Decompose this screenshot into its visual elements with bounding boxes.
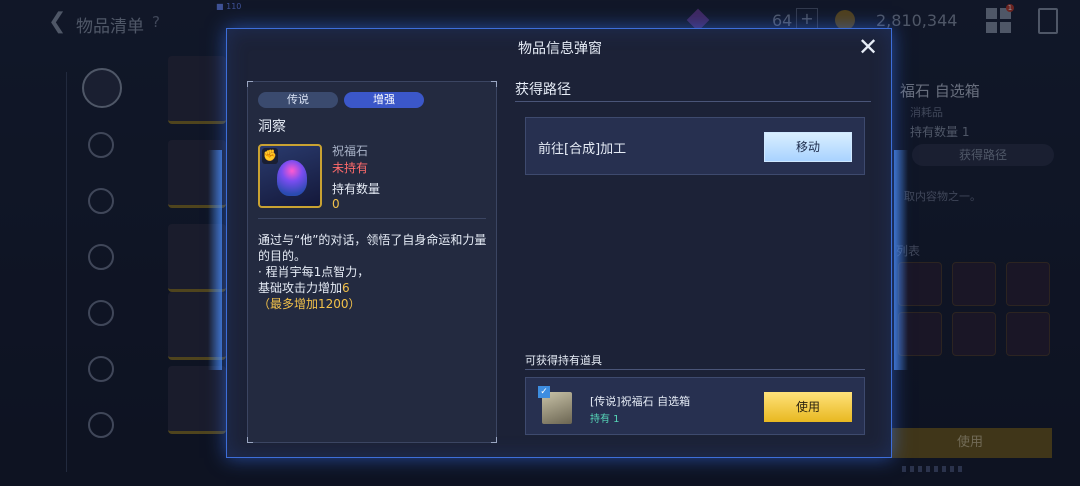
item-icon: ✊ bbox=[258, 144, 322, 208]
ownership-status: 未持有 bbox=[332, 161, 369, 175]
desc-text: 基础攻击力增加 bbox=[258, 281, 343, 295]
source-row: 前往[合成]加工 移动 bbox=[525, 117, 865, 175]
corner-decor bbox=[247, 81, 253, 87]
mind-head-icon bbox=[277, 160, 307, 196]
rarity-tag: 传说 bbox=[258, 92, 338, 108]
obtainable-item-own: 持有 1 bbox=[590, 414, 620, 425]
source-label: 前往[合成]加工 bbox=[538, 142, 627, 157]
item-description: 通过与“他”的对话，领悟了自身命运和力量的目的。 · 程肖宇每1点智力， 基础攻… bbox=[258, 232, 490, 312]
modal-title: 物品信息弹窗 bbox=[518, 41, 602, 57]
divider bbox=[258, 218, 486, 219]
modal-glow-right bbox=[894, 150, 908, 370]
corner-decor bbox=[491, 437, 497, 443]
obtainable-row: ✓ [传说]祝福石 自选箱 持有 1 使用 bbox=[525, 377, 865, 435]
own-count-label: 持有数量 bbox=[332, 182, 381, 196]
sources-title: 获得路径 bbox=[515, 82, 571, 98]
obtainable-divider bbox=[525, 369, 865, 370]
modal-glow-left bbox=[208, 150, 222, 370]
move-button[interactable]: 移动 bbox=[764, 132, 852, 162]
close-icon[interactable]: ✕ bbox=[855, 35, 881, 61]
sources-divider bbox=[515, 101, 871, 102]
fist-icon: ✊ bbox=[262, 148, 278, 164]
own-count-value: 0 bbox=[332, 197, 340, 211]
item-info-modal: 物品信息弹窗 ✕ 传说 增强 洞察 ✊ 祝福石 未持有 持有数量 0 通过与“他… bbox=[226, 28, 892, 458]
type-tag: 增强 bbox=[344, 92, 424, 108]
desc-line: 基础攻击力增加6 bbox=[258, 280, 490, 296]
desc-line: 通过与“他”的对话，领悟了自身命运和力量的目的。 bbox=[258, 233, 487, 263]
item-info-panel: 传说 增强 洞察 ✊ 祝福石 未持有 持有数量 0 通过与“他”的对话，领悟了自… bbox=[247, 81, 497, 443]
desc-highlight: 6 bbox=[342, 281, 350, 295]
obtainable-item-name: [传说]祝福石 自选箱 bbox=[590, 395, 691, 408]
use-button[interactable]: 使用 bbox=[764, 392, 852, 422]
item-name: 洞察 bbox=[258, 119, 286, 135]
desc-line: （最多增加1200） bbox=[258, 297, 361, 311]
item-category: 祝福石 bbox=[332, 144, 369, 158]
desc-line: · 程肖宇每1点智力， bbox=[258, 265, 370, 279]
check-icon: ✓ bbox=[538, 386, 550, 398]
corner-decor bbox=[491, 81, 497, 87]
corner-decor bbox=[247, 437, 253, 443]
obtainable-title: 可获得持有道具 bbox=[525, 354, 602, 367]
chest-icon: ✓ bbox=[538, 386, 576, 428]
